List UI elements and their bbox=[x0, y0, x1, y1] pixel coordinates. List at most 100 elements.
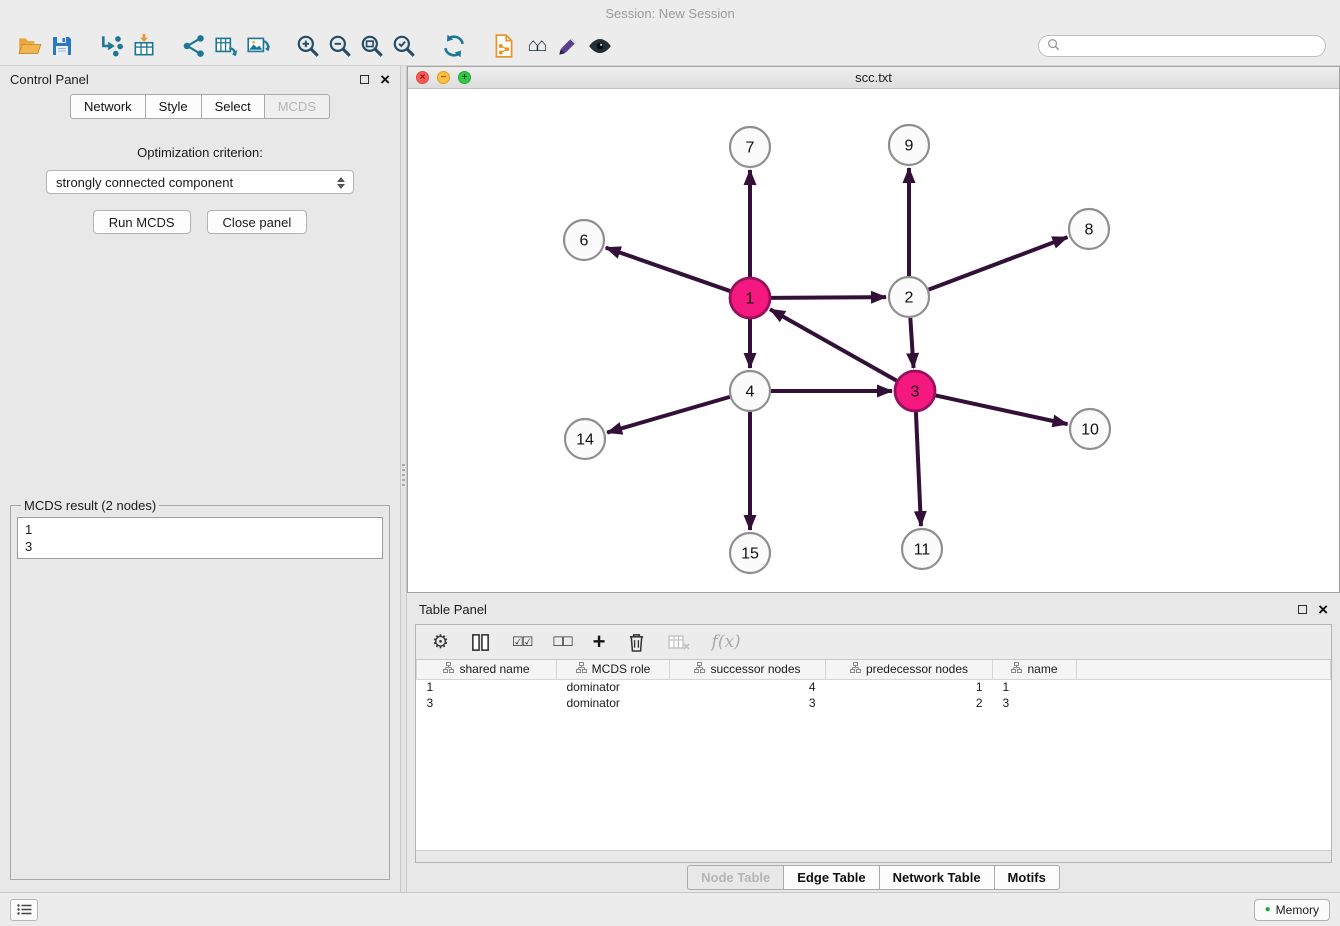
graph-edge-3-11[interactable] bbox=[916, 412, 921, 526]
tab-mcds[interactable]: MCDS bbox=[265, 94, 330, 119]
task-history-button[interactable] bbox=[10, 899, 38, 921]
mcds-result-item[interactable]: 3 bbox=[25, 538, 375, 555]
tab-style[interactable]: Style bbox=[146, 94, 202, 119]
column-type-icon bbox=[443, 662, 454, 676]
graph-node-label: 8 bbox=[1085, 222, 1094, 239]
eye-icon[interactable] bbox=[584, 30, 616, 62]
main-area: Control Panel × NetworkStyleSelectMCDS O… bbox=[0, 66, 1340, 892]
table-cell[interactable]: 3 bbox=[670, 695, 826, 711]
float-panel-icon[interactable] bbox=[360, 75, 369, 84]
table-panel-header: Table Panel × bbox=[407, 596, 1340, 622]
search-box[interactable] bbox=[1038, 35, 1326, 57]
zoom-fit-icon[interactable] bbox=[356, 30, 388, 62]
home-overview-icon[interactable]: ⌂⌂ bbox=[520, 30, 552, 62]
criterion-dropdown[interactable]: strongly connected component bbox=[46, 170, 354, 194]
column-header-mcds-role[interactable]: MCDS role bbox=[557, 660, 670, 679]
tab-network-table[interactable]: Network Table bbox=[880, 865, 995, 890]
table-hscrollbar[interactable] bbox=[416, 850, 1331, 862]
search-icon bbox=[1047, 38, 1060, 54]
dropdown-stepper-icon bbox=[335, 174, 347, 191]
delete-table-icon bbox=[667, 632, 691, 652]
table-cell[interactable]: 3 bbox=[417, 695, 557, 711]
table-cell[interactable]: 1 bbox=[417, 679, 557, 695]
zoom-out-icon[interactable] bbox=[324, 30, 356, 62]
column-header-predecessor-nodes[interactable]: predecessor nodes bbox=[826, 660, 993, 679]
tab-network[interactable]: Network bbox=[70, 94, 146, 119]
node-table: shared nameMCDS rolesuccessor nodesprede… bbox=[416, 659, 1331, 862]
search-input[interactable] bbox=[1065, 38, 1317, 53]
tab-node-table[interactable]: Node Table bbox=[687, 865, 784, 890]
save-session-icon[interactable] bbox=[46, 30, 78, 62]
deselect-all-icon[interactable]: ☐☐ bbox=[552, 634, 571, 650]
table-cell[interactable]: dominator bbox=[557, 679, 670, 695]
import-network-icon[interactable] bbox=[96, 30, 128, 62]
graph-edge-2-3[interactable] bbox=[910, 318, 913, 368]
open-session-icon[interactable] bbox=[14, 30, 46, 62]
network-share-icon[interactable] bbox=[178, 30, 210, 62]
run-mcds-button[interactable]: Run MCDS bbox=[93, 210, 191, 234]
window-zoom-icon[interactable]: + bbox=[458, 71, 471, 84]
graph-edge-1-6[interactable] bbox=[606, 248, 730, 291]
column-header-name[interactable]: name bbox=[993, 660, 1077, 679]
table-cell[interactable]: 4 bbox=[670, 679, 826, 695]
graph-node-label: 7 bbox=[746, 140, 755, 157]
control-panel: Control Panel × NetworkStyleSelectMCDS O… bbox=[0, 66, 400, 892]
table-cell[interactable]: dominator bbox=[557, 695, 670, 711]
annotation-icon[interactable] bbox=[552, 30, 584, 62]
tab-motifs[interactable]: Motifs bbox=[995, 865, 1060, 890]
network-canvas[interactable]: 7968124314101511 bbox=[408, 89, 1339, 592]
import-table-icon[interactable] bbox=[128, 30, 160, 62]
memory-label: Memory bbox=[1276, 903, 1319, 917]
show-columns-icon[interactable] bbox=[470, 632, 491, 653]
table-cell[interactable]: 3 bbox=[993, 695, 1077, 711]
graph-edge-3-1[interactable] bbox=[770, 309, 897, 380]
window-minimize-icon[interactable]: − bbox=[437, 71, 450, 84]
table-settings-icon[interactable]: ⚙ bbox=[432, 633, 449, 652]
zoom-in-icon[interactable] bbox=[292, 30, 324, 62]
splitter-handle-icon[interactable] bbox=[402, 464, 405, 488]
network-graph[interactable]: 7968124314101511 bbox=[408, 89, 1339, 592]
apply-layout-icon[interactable] bbox=[438, 30, 470, 62]
network-view-window: × − + scc.txt 7968124314101511 bbox=[407, 66, 1340, 593]
tab-edge-table[interactable]: Edge Table bbox=[784, 865, 879, 890]
close-panel-button[interactable]: Close panel bbox=[207, 210, 308, 234]
table-row[interactable]: 3dominator323 bbox=[417, 695, 1331, 711]
delete-column-icon[interactable] bbox=[627, 632, 646, 653]
table-cell[interactable]: 1 bbox=[993, 679, 1077, 695]
close-table-panel-icon[interactable]: × bbox=[1318, 601, 1328, 618]
add-column-icon[interactable]: + bbox=[593, 631, 606, 653]
panel-splitter[interactable] bbox=[400, 66, 407, 892]
data-table[interactable]: shared nameMCDS rolesuccessor nodesprede… bbox=[416, 660, 1331, 711]
mcds-result-title: MCDS result (2 nodes) bbox=[21, 498, 159, 513]
float-table-panel-icon[interactable] bbox=[1298, 605, 1307, 614]
export-image-icon[interactable] bbox=[242, 30, 274, 62]
function-builder-icon: f(x) bbox=[712, 632, 741, 652]
criterion-value: strongly connected component bbox=[56, 175, 233, 190]
network-table-icon[interactable] bbox=[210, 30, 242, 62]
table-row[interactable]: 1dominator411 bbox=[417, 679, 1331, 695]
select-all-icon[interactable]: ☑☑ bbox=[512, 634, 531, 650]
status-bar: ● Memory bbox=[0, 892, 1340, 926]
memory-button[interactable]: ● Memory bbox=[1254, 899, 1330, 921]
graph-edge-3-10[interactable] bbox=[936, 395, 1068, 424]
graph-edge-1-2[interactable] bbox=[771, 297, 886, 298]
zoom-selected-icon[interactable] bbox=[388, 30, 420, 62]
table-cell[interactable]: 1 bbox=[826, 679, 993, 695]
mcds-result-list[interactable]: 13 bbox=[17, 517, 383, 559]
table-tabs: Node TableEdge TableNetwork TableMotifs bbox=[407, 863, 1340, 892]
column-header-shared-name[interactable]: shared name bbox=[417, 660, 557, 679]
graph-node-label: 9 bbox=[905, 138, 914, 155]
close-panel-icon[interactable]: × bbox=[380, 71, 390, 88]
table-cell[interactable]: 2 bbox=[826, 695, 993, 711]
graph-edge-4-14[interactable] bbox=[607, 397, 730, 433]
workspace: × − + scc.txt 7968124314101511 Table Pan… bbox=[407, 66, 1340, 892]
column-type-icon bbox=[694, 662, 705, 676]
network-window-titlebar[interactable]: × − + scc.txt bbox=[408, 67, 1339, 89]
window-close-icon[interactable]: × bbox=[416, 71, 429, 84]
column-header-successor-nodes[interactable]: successor nodes bbox=[670, 660, 826, 679]
document-network-icon[interactable] bbox=[488, 30, 520, 62]
graph-edge-2-8[interactable] bbox=[929, 237, 1068, 289]
mcds-result-item[interactable]: 1 bbox=[25, 521, 375, 538]
tab-select[interactable]: Select bbox=[202, 94, 265, 119]
column-header-filler bbox=[1077, 660, 1331, 679]
